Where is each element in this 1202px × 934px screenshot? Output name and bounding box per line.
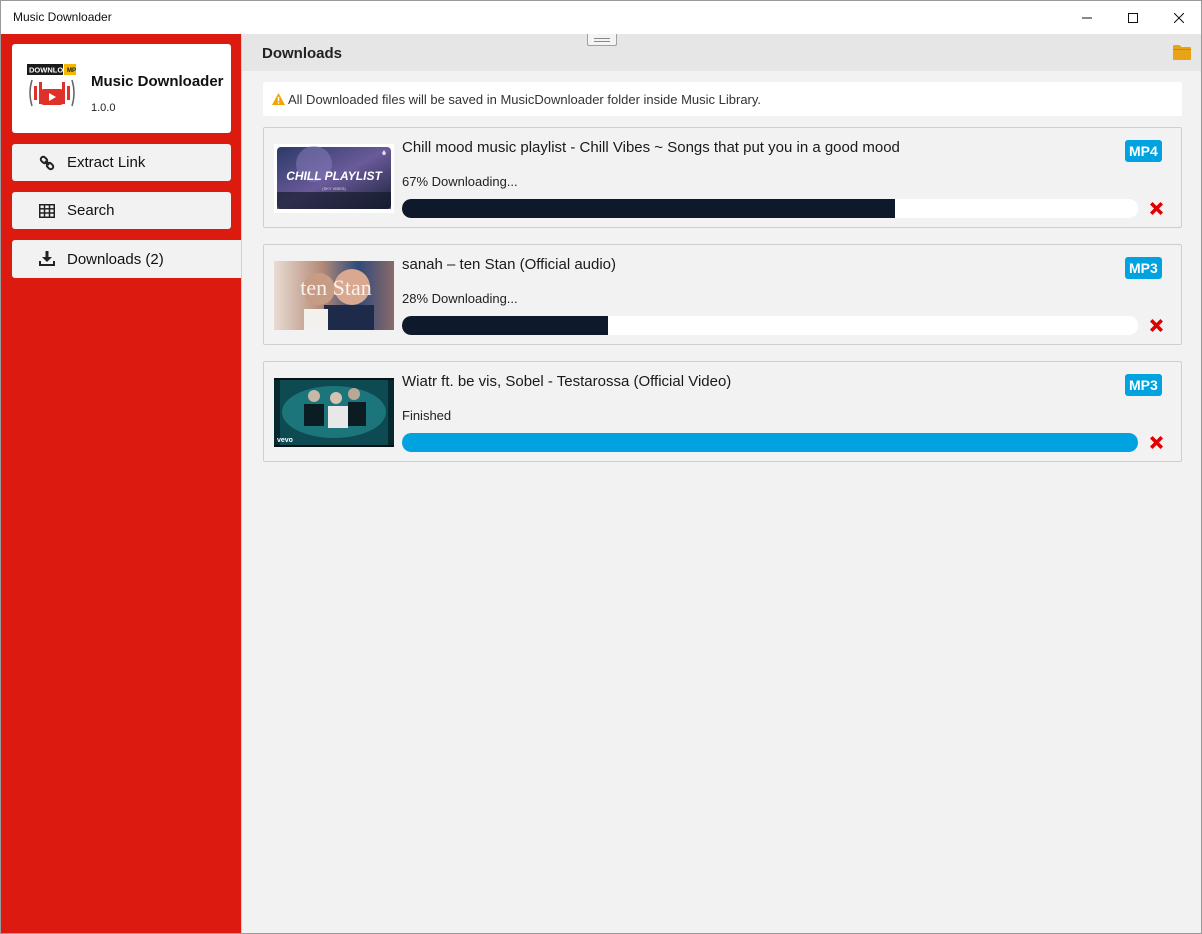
progress-bar [402,316,1138,335]
thumbnail: vevo [274,378,394,447]
app-version: 1.0.0 [91,102,116,114]
format-badge: MP3 [1125,257,1162,279]
svg-text:vevo: vevo [277,437,293,444]
progress-bar [402,199,1138,218]
track-title: Chill mood music playlist - Chill Vibes … [402,139,900,156]
download-icon [38,250,56,268]
remove-icon [1150,319,1163,332]
nav-search[interactable]: Search [12,192,231,229]
progress-fill [402,433,1138,452]
info-notice: All Downloaded files will be saved in Mu… [263,82,1182,116]
svg-text:ten Stan: ten Stan [300,275,372,300]
notice-text: All Downloaded files will be saved in Mu… [288,91,762,107]
svg-text:MP: MP [67,68,76,74]
minimize-icon [1082,17,1092,18]
remove-button[interactable] [1148,200,1165,217]
app-window: Music Downloader DOWNLOAD MP Music Downl… [0,0,1202,934]
remove-icon [1150,436,1163,449]
remove-button[interactable] [1148,434,1165,451]
nav-downloads[interactable]: Downloads (2) [12,240,242,278]
download-status: 67% Downloading... [402,174,518,189]
download-status: 28% Downloading... [402,291,518,306]
close-button[interactable] [1156,1,1201,34]
remove-icon [1150,202,1163,215]
download-item: CHILL PLAYLIST (SKY VIBES) Chill mood mu… [263,127,1182,228]
progress-fill [402,316,609,335]
maximize-button[interactable] [1110,1,1156,34]
svg-text:CHILL PLAYLIST: CHILL PLAYLIST [286,169,383,183]
progress-bar [402,433,1138,452]
nav-extract-link[interactable]: Extract Link [12,144,231,181]
download-item: ten Stan sanah – ten Stan (Official audi… [263,244,1182,345]
track-title: Wiatr ft. be vis, Sobel - Testarossa (Of… [402,373,732,390]
nav-extract-link-label: Extract Link [67,154,146,171]
title-bar: Music Downloader [1,1,1201,34]
thumbnail: CHILL PLAYLIST (SKY VIBES) [274,144,394,213]
download-status: Finished [402,408,452,423]
app-logo: DOWNLOAD MP [26,62,78,114]
nav-downloads-label: Downloads (2) [67,250,164,268]
drag-handle[interactable] [587,34,617,46]
download-item: vevo Wiatr ft. be vis, Sobel - Testaross… [263,361,1182,462]
svg-text:(SKY VIBES): (SKY VIBES) [322,186,346,191]
nav-search-label: Search [67,202,115,219]
main-content: Downloads All Downloaded files will be s… [241,34,1201,933]
minimize-button[interactable] [1064,1,1110,34]
close-icon [1174,12,1184,23]
window-title: Music Downloader [13,10,112,24]
app-name: Music Downloader [91,73,224,90]
track-title: sanah – ten Stan (Official audio) [402,256,617,273]
remove-button[interactable] [1148,317,1165,334]
link-icon [38,154,56,172]
page-header: Downloads [242,34,1201,71]
thumbnail: ten Stan [274,261,394,330]
format-badge: MP3 [1125,374,1162,396]
app-info-card: DOWNLOAD MP Music Downloader 1.0.0 [12,44,231,133]
format-badge: MP4 [1125,140,1162,162]
maximize-icon [1128,12,1138,23]
folder-icon [1173,45,1191,60]
warning-icon [272,93,285,105]
page-title: Downloads [262,45,343,62]
progress-fill [402,199,896,218]
table-icon [38,202,56,220]
sidebar: DOWNLOAD MP Music Downloader 1.0.0 Extra… [1,34,242,933]
open-folder-button[interactable] [1173,44,1191,60]
